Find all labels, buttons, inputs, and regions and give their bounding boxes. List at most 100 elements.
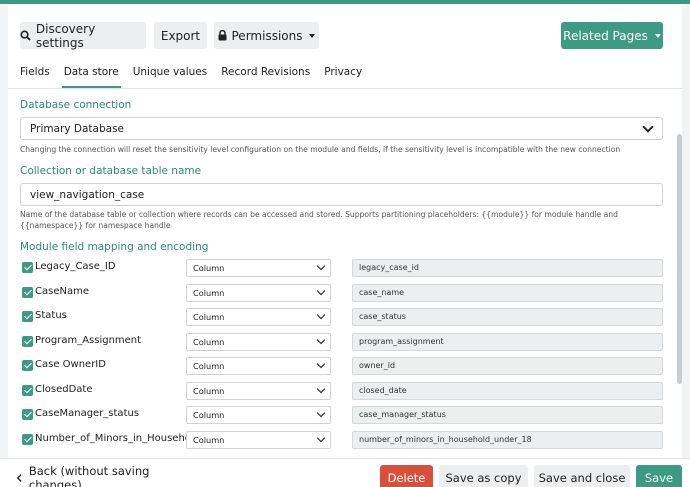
field-mapping-row: Number_of_Minors_in_Household_under_18 Co… xyxy=(20,430,670,451)
database-connection-value: Primary Database xyxy=(30,122,125,135)
field-mapping-row: Legacy_Case_ID Column legacy_case_id xyxy=(20,259,670,279)
tab-record-revisions[interactable]: Record Revisions xyxy=(221,66,310,87)
chevron-down-icon xyxy=(642,121,654,133)
tab-fields[interactable]: Fields xyxy=(20,66,50,87)
encoding-select[interactable]: Column xyxy=(186,283,331,302)
encoding-value: Column xyxy=(193,312,225,322)
database-connection-select[interactable]: Primary Database xyxy=(20,117,663,140)
encoding-value: Column xyxy=(193,336,225,347)
encoding-value: Column xyxy=(193,385,225,396)
field-name: CaseName xyxy=(35,285,89,297)
enabled-checkbox[interactable] xyxy=(22,409,33,420)
tab-unique-values[interactable]: Unique values xyxy=(133,66,208,87)
module-editor-panel: Discovery settings Export Permissions Re… xyxy=(8,4,682,458)
chevron-down-icon xyxy=(316,310,326,320)
field-name: CaseManager_status xyxy=(35,408,140,419)
chevron-left-icon xyxy=(16,473,22,482)
discovery-settings-button[interactable]: Discovery settings xyxy=(20,21,146,50)
field-mapping-row: Case OwnerID Column owner_id xyxy=(20,357,670,377)
chevron-down-icon xyxy=(316,286,326,295)
field-name: Program_Assignment xyxy=(35,334,142,346)
chevron-down-icon xyxy=(316,335,326,344)
encoding-select[interactable]: Column xyxy=(186,430,331,449)
column-name-input[interactable]: closed_date xyxy=(352,381,663,400)
encoding-value: Column xyxy=(193,263,225,273)
enabled-checkbox[interactable] xyxy=(22,384,33,396)
chevron-down-icon xyxy=(316,359,326,369)
delete-label: Delete xyxy=(387,470,426,485)
field-mapping-row: Status Column case_status xyxy=(20,308,670,328)
collection-name-help: Name of the database table or collection… xyxy=(20,210,618,230)
save-and-close-label: Save and close xyxy=(538,470,626,485)
save-label: Save xyxy=(644,470,674,485)
column-name-input[interactable]: legacy_case_id xyxy=(352,259,663,277)
field-mapping-row: CaseName Column case_name xyxy=(20,283,670,304)
field-mapping-row: Program_Assignment Column program_assignme… xyxy=(20,332,670,353)
permissions-button[interactable]: Permissions xyxy=(214,22,319,49)
chevron-down-icon xyxy=(316,408,326,418)
related-pages-label: Related Pages xyxy=(563,28,648,43)
tab-privacy[interactable]: Privacy xyxy=(324,66,362,87)
column-name-value: number_of_minors_in_household_under_18 xyxy=(359,434,532,444)
enabled-checkbox[interactable] xyxy=(22,433,33,445)
tab-bar: Fields Data store Unique values Record R… xyxy=(20,66,376,89)
encoding-value: Column xyxy=(193,361,225,371)
column-name-input[interactable]: number_of_minors_in_household_under_18 xyxy=(352,430,663,449)
encoding-select[interactable]: Column xyxy=(186,381,331,400)
database-connection-help: Changing the connection will reset the s… xyxy=(20,145,621,154)
encoding-select[interactable]: Column xyxy=(186,406,331,424)
field-mapping-label: Module field mapping and encoding xyxy=(20,241,209,253)
chevron-down-icon xyxy=(316,433,326,442)
field-name: Status xyxy=(35,310,67,321)
column-name-value: closed_date xyxy=(359,385,407,395)
enabled-checkbox[interactable] xyxy=(22,262,33,273)
column-name-value: case_name xyxy=(359,287,405,297)
related-pages-button[interactable]: Related Pages xyxy=(561,22,663,49)
discovery-settings-label: Discovery settings xyxy=(35,21,96,50)
column-name-value: program_assignment xyxy=(359,336,444,346)
column-name-input[interactable]: case_name xyxy=(352,283,663,302)
chevron-down-icon xyxy=(309,33,316,38)
column-name-input[interactable]: case_manager_status xyxy=(352,406,663,424)
encoding-value: Column xyxy=(193,434,225,445)
tab-data-store[interactable]: Data store xyxy=(61,66,121,89)
tab-divider xyxy=(8,88,682,89)
enabled-checkbox[interactable] xyxy=(22,286,33,298)
encoding-select[interactable]: Column xyxy=(186,357,331,375)
search-icon xyxy=(20,30,31,41)
back-button[interactable]: Back (without saving changes) xyxy=(16,463,181,487)
export-button[interactable]: Export xyxy=(154,22,207,49)
save-button[interactable]: Save xyxy=(636,465,682,487)
collection-name-value: view_navigation_case xyxy=(30,188,145,201)
field-name: Legacy_Case_ID xyxy=(35,261,116,272)
column-name-value: owner_id xyxy=(359,361,396,370)
save-and-close-button[interactable]: Save and close xyxy=(534,465,630,487)
scrollbar[interactable] xyxy=(677,134,682,384)
column-name-input[interactable]: owner_id xyxy=(352,357,663,375)
encoding-select[interactable]: Column xyxy=(186,308,331,326)
collection-name-input[interactable]: view_navigation_case xyxy=(20,183,663,206)
column-name-input[interactable]: case_status xyxy=(352,308,663,326)
encoding-value: Column xyxy=(193,410,225,420)
encoding-select[interactable]: Column xyxy=(186,332,331,351)
enabled-checkbox[interactable] xyxy=(22,311,33,322)
save-as-copy-button[interactable]: Save as copy xyxy=(439,465,528,487)
chevron-down-icon xyxy=(316,261,326,271)
collection-name-label: Collection or database table name xyxy=(20,165,202,177)
enabled-checkbox[interactable] xyxy=(22,335,33,347)
export-label: Export xyxy=(160,28,201,43)
column-name-value: case_status xyxy=(359,312,406,321)
enabled-checkbox[interactable] xyxy=(22,360,33,371)
chevron-down-icon xyxy=(316,384,326,393)
chevron-down-icon xyxy=(654,33,661,38)
delete-button[interactable]: Delete xyxy=(380,465,433,487)
field-name: Case OwnerID xyxy=(35,359,106,370)
column-name-input[interactable]: program_assignment xyxy=(352,332,663,351)
encoding-value: Column xyxy=(193,287,225,298)
back-label: Back (without saving changes) xyxy=(28,463,150,487)
encoding-select[interactable]: Column xyxy=(186,259,331,277)
footer-bar: Back (without saving changes) Delete Sav… xyxy=(0,458,690,487)
permissions-label: Permissions xyxy=(231,28,303,43)
field-mapping-row: ClosedDate Column closed_date xyxy=(20,381,670,402)
field-mapping-row: CaseManager_status Column case_manager_sta… xyxy=(20,406,670,426)
